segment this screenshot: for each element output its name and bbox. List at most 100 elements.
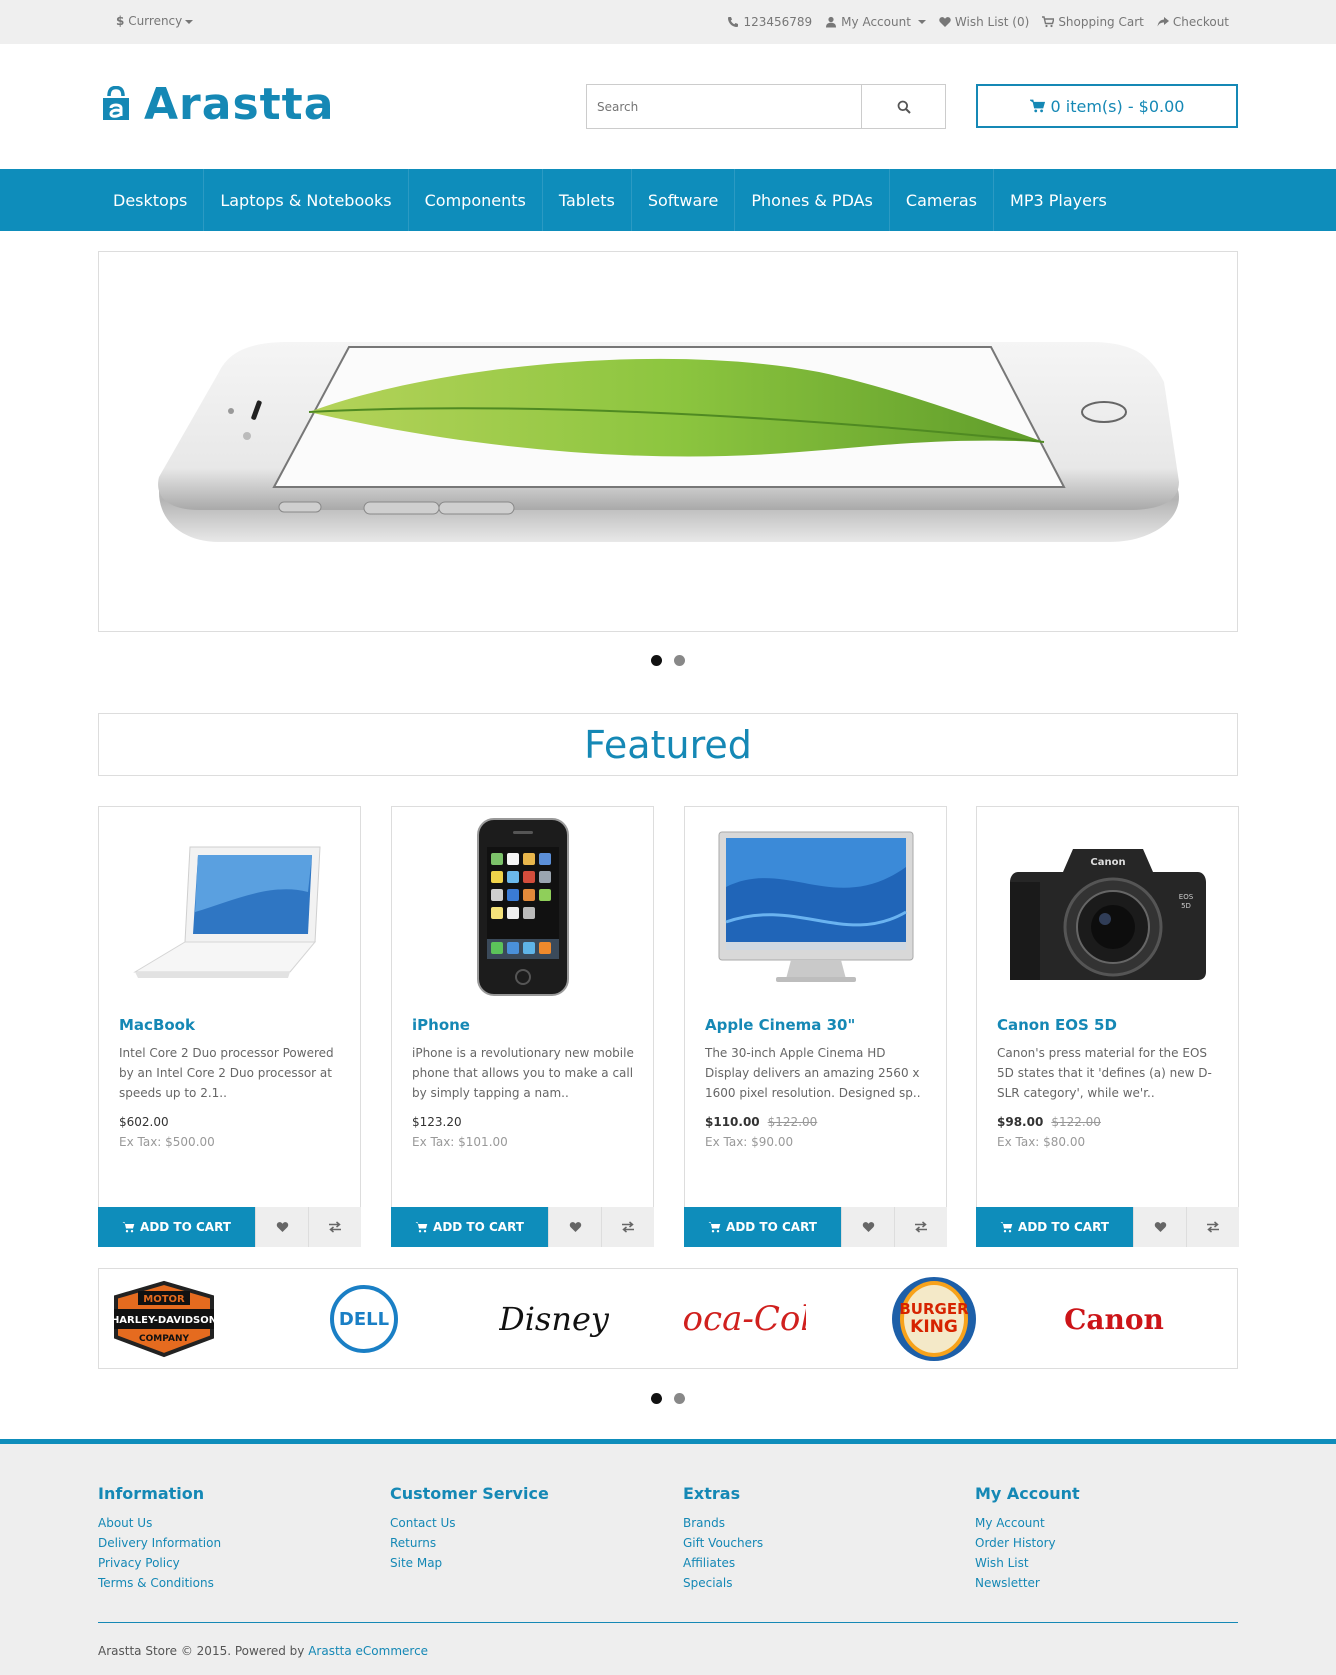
svg-text:BURGER: BURGER [899, 1300, 969, 1318]
slider-dot-1[interactable] [651, 655, 662, 666]
footer-link-terms[interactable]: Terms & Conditions [98, 1573, 221, 1593]
brand-logo-disney[interactable]: Disney [479, 1269, 629, 1369]
phone-link[interactable]: 123456789 [727, 15, 812, 29]
wishlist-button[interactable] [548, 1207, 601, 1247]
svg-text:Canon: Canon [1064, 1303, 1164, 1336]
iphone-image [476, 818, 569, 996]
product-image[interactable] [392, 807, 653, 1007]
product-actions: ADD TO CART [98, 1207, 361, 1247]
nav-item-cameras[interactable]: Cameras [890, 169, 995, 231]
wishlist-button[interactable] [255, 1207, 308, 1247]
disney-logo: Disney [499, 1300, 609, 1338]
product-image[interactable] [685, 807, 946, 1007]
product-name[interactable]: iPhone [412, 1016, 470, 1034]
price-old: $122.00 [1051, 1115, 1101, 1129]
compare-button[interactable] [894, 1207, 947, 1247]
footer-link-order-history[interactable]: Order History [975, 1533, 1080, 1553]
nav-item-phones[interactable]: Phones & PDAs [735, 169, 890, 231]
cart-icon [1000, 1222, 1013, 1233]
footer-link-contact[interactable]: Contact Us [390, 1513, 549, 1533]
nav-item-tablets[interactable]: Tablets [543, 169, 632, 231]
product-name[interactable]: Canon EOS 5D [997, 1016, 1117, 1034]
cart-icon [122, 1222, 135, 1233]
nav-item-software[interactable]: Software [632, 169, 736, 231]
slider-dot-2[interactable] [674, 655, 685, 666]
brand-logo-harley[interactable]: MOTOR HARLEY-DAVIDSON COMPANY [109, 1269, 219, 1369]
add-to-cart-button[interactable]: ADD TO CART [391, 1207, 548, 1247]
shopping-bag-icon [103, 86, 129, 120]
wish-list-link[interactable]: Wish List (0) [939, 15, 1029, 29]
add-to-cart-button[interactable]: ADD TO CART [98, 1207, 255, 1247]
footer-link-privacy[interactable]: Privacy Policy [98, 1553, 221, 1573]
coca-cola-logo: Coca-Cola [682, 1299, 806, 1339]
brand-dot-1[interactable] [651, 1393, 662, 1404]
svg-text:DELL: DELL [339, 1309, 389, 1330]
svg-text:5D: 5D [1181, 902, 1191, 910]
footer-link-returns[interactable]: Returns [390, 1533, 549, 1553]
checkout-link[interactable]: Checkout [1157, 15, 1229, 29]
svg-text:EOS: EOS [1178, 893, 1193, 901]
footer-copyright: Arastta Store © 2015. Powered by Arastta… [98, 1644, 428, 1658]
footer-link-affiliates[interactable]: Affiliates [683, 1553, 763, 1573]
compare-button[interactable] [1186, 1207, 1239, 1247]
search-input[interactable] [587, 85, 861, 128]
burger-king-logo: BURGER KING [892, 1277, 976, 1361]
footer-link-gift-vouchers[interactable]: Gift Vouchers [683, 1533, 763, 1553]
footer-link-delivery[interactable]: Delivery Information [98, 1533, 221, 1553]
cart-icon [708, 1222, 721, 1233]
footer-divider [98, 1622, 1238, 1623]
footer-link-about-us[interactable]: About Us [98, 1513, 221, 1533]
compare-button[interactable] [601, 1207, 654, 1247]
footer-link-my-account[interactable]: My Account [975, 1513, 1080, 1533]
product-name[interactable]: MacBook [119, 1016, 195, 1034]
nav-item-mp3[interactable]: MP3 Players [994, 169, 1123, 231]
copyright-text: Arastta Store © 2015. Powered by [98, 1644, 305, 1658]
footer-heading: Information [98, 1484, 205, 1503]
product-description: Canon's press material for the EOS 5D st… [997, 1046, 1212, 1100]
heart-icon [939, 17, 951, 27]
hero-slider[interactable] [98, 251, 1238, 632]
phone-slide-image [158, 342, 1179, 542]
footer-link-brands[interactable]: Brands [683, 1513, 763, 1533]
product-price: $110.00 $122.00 [705, 1115, 817, 1129]
product-name[interactable]: Apple Cinema 30" [705, 1016, 855, 1034]
top-links: 123456789 My Account Wish List (0) Shopp… [727, 15, 1229, 29]
footer-heading: Customer Service [390, 1484, 549, 1503]
brand-dot-2[interactable] [674, 1393, 685, 1404]
brand-logo-dell[interactable]: DELL [309, 1269, 419, 1369]
footer-link-newsletter[interactable]: Newsletter [975, 1573, 1080, 1593]
search-button[interactable] [861, 85, 945, 128]
add-to-cart-button[interactable]: ADD TO CART [976, 1207, 1133, 1247]
heart-icon [1154, 1222, 1166, 1232]
compare-icon [1207, 1221, 1219, 1233]
product-price: $602.00 [119, 1115, 169, 1129]
my-account-link[interactable]: My Account [825, 15, 926, 29]
product-image[interactable] [99, 807, 360, 1007]
cart-summary-button[interactable]: 0 item(s) - $0.00 [976, 84, 1238, 128]
nav-item-components[interactable]: Components [409, 169, 543, 231]
product-card: MacBook Intel Core 2 Duo processor Power… [98, 806, 361, 1247]
brand-logo-burger-king[interactable]: BURGER KING [879, 1269, 989, 1369]
wishlist-button[interactable] [1133, 1207, 1186, 1247]
powered-by-link[interactable]: Arastta eCommerce [308, 1644, 428, 1658]
brand-logo-coca-cola[interactable]: Coca-Cola [669, 1269, 819, 1369]
wishlist-button[interactable] [841, 1207, 894, 1247]
shopping-cart-link[interactable]: Shopping Cart [1042, 15, 1144, 29]
add-to-cart-label: ADD TO CART [140, 1220, 231, 1234]
product-image[interactable]: Canon EOS 5D [977, 807, 1238, 1007]
currency-dropdown[interactable]: $ Currency [116, 14, 194, 28]
compare-icon [329, 1221, 341, 1233]
footer-link-wish-list[interactable]: Wish List [975, 1553, 1080, 1573]
nav-item-desktops[interactable]: Desktops [97, 169, 205, 231]
svg-text:Disney: Disney [499, 1300, 609, 1338]
chevron-down-icon [917, 20, 926, 24]
site-logo[interactable]: Arastta [100, 79, 334, 130]
footer-link-specials[interactable]: Specials [683, 1573, 763, 1593]
compare-button[interactable] [308, 1207, 361, 1247]
product-description: iPhone is a revolutionary new mobile pho… [412, 1046, 634, 1100]
brand-logo-canon[interactable]: Canon [1039, 1269, 1189, 1369]
nav-item-laptops[interactable]: Laptops & Notebooks [204, 169, 409, 231]
product-description: Intel Core 2 Duo processor Powered by an… [119, 1046, 334, 1100]
add-to-cart-button[interactable]: ADD TO CART [684, 1207, 841, 1247]
footer-link-site-map[interactable]: Site Map [390, 1553, 549, 1573]
